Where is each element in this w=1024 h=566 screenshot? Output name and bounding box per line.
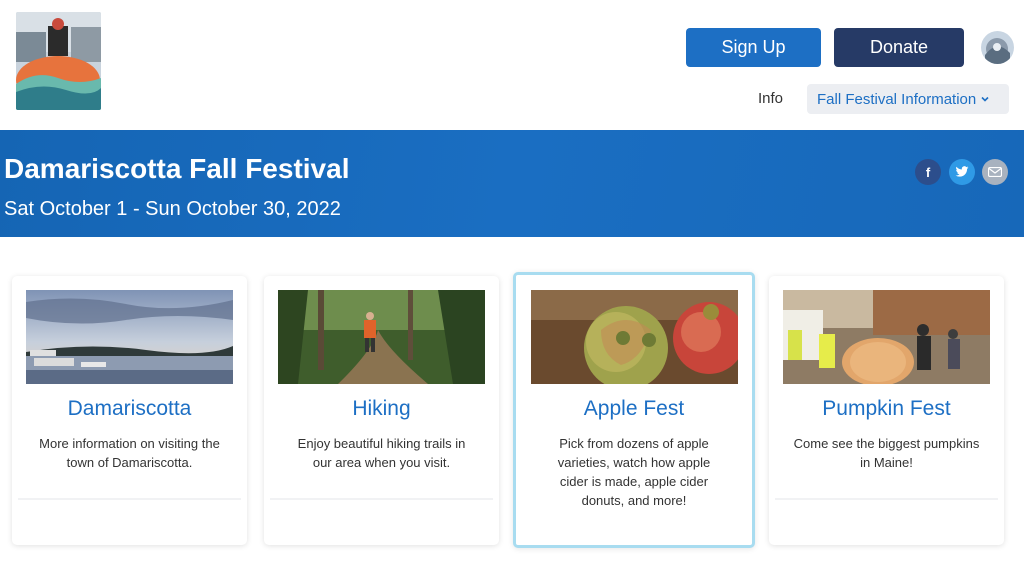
card-hiking[interactable]: Hiking Enjoy beautiful hiking trails in … [264,276,499,545]
card-divider [270,498,493,500]
card-divider [18,498,241,500]
nav-info-link[interactable]: Info [758,90,783,107]
pumpkin-fest-image [783,290,990,384]
event-banner: Damariscotta Fall Festival Sat October 1… [0,130,1024,237]
dropdown-label: Fall Festival Information [817,90,977,108]
card-description: Come see the biggest pumpkins in Maine! [793,436,980,470]
event-date: Sat October 1 - Sun October 30, 2022 [4,198,341,220]
card-title: Hiking [352,397,411,420]
card-description: More information on visiting the town of… [39,436,220,470]
event-title: Damariscotta Fall Festival [4,153,350,184]
chevron-down-icon [980,94,990,104]
card-description: Pick from dozens of apple varieties, wat… [557,436,711,508]
fall-festival-dropdown[interactable]: Fall Festival Information [807,84,1009,114]
card-damariscotta[interactable]: Damariscotta More information on visitin… [12,276,247,545]
card-title: Pumpkin Fest [822,397,951,420]
damariscotta-harbor-image [26,290,233,384]
card-description: Enjoy beautiful hiking trails in our are… [297,436,466,470]
donate-button[interactable]: Donate [834,28,964,67]
card-title: Damariscotta [67,397,192,420]
page: Sign Up Donate Info Fall Festival Inform… [0,0,1024,566]
facebook-share-icon[interactable]: f [915,159,941,185]
sign-up-button[interactable]: Sign Up [686,28,821,67]
hiking-trail-image [278,290,485,384]
site-logo-image[interactable] [16,12,101,110]
card-pumpkin-fest[interactable]: Pumpkin Fest Come see the biggest pumpki… [769,276,1004,545]
card-apple-fest[interactable]: Apple Fest Pick from dozens of apple var… [513,272,755,548]
apple-fest-image [531,290,738,384]
twitter-share-icon[interactable] [949,159,975,185]
user-avatar[interactable] [981,31,1014,64]
card-title: Apple Fest [583,397,685,420]
facebook-letter: f [925,164,931,180]
card-divider [775,498,998,500]
email-share-icon[interactable] [982,159,1008,185]
